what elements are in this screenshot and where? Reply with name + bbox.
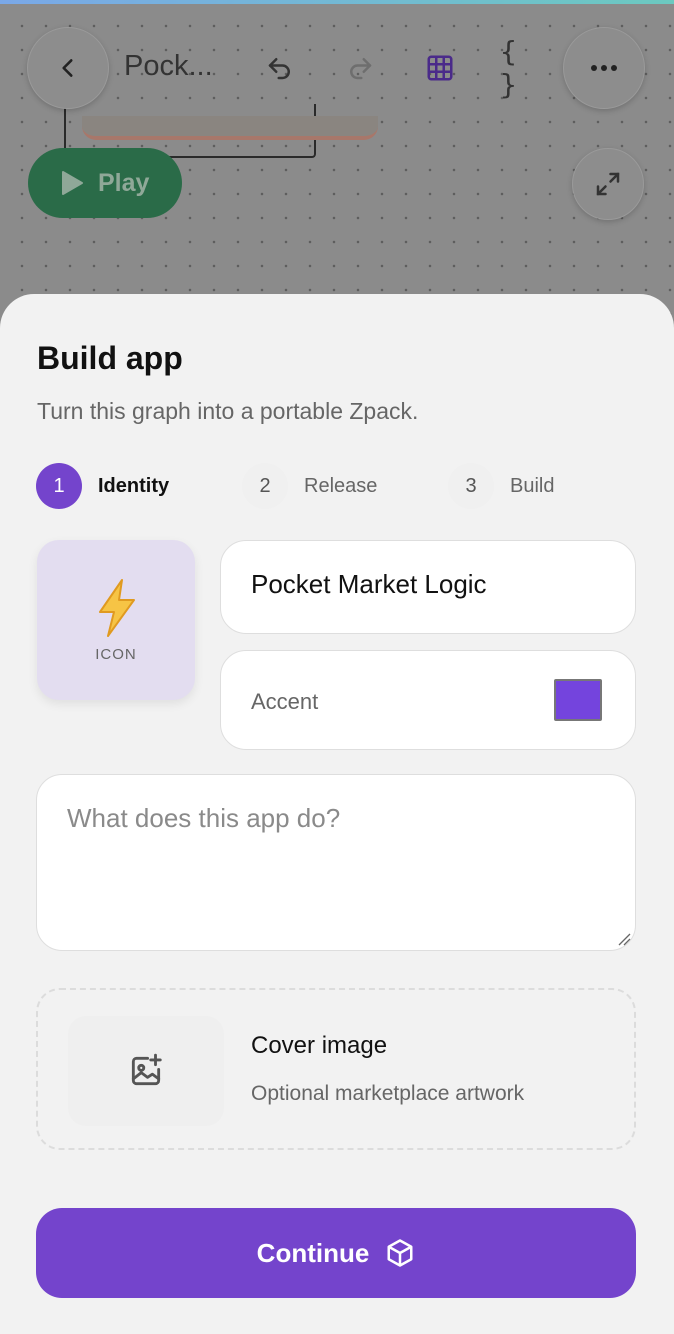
redo-icon [350, 58, 372, 80]
continue-button[interactable]: Continue [36, 1208, 636, 1298]
undo-icon [268, 58, 290, 80]
graph-node-card[interactable] [82, 116, 378, 140]
step-release[interactable]: 2 Release [242, 463, 378, 509]
cover-image-title: Cover image [251, 1032, 388, 1059]
step-label: Identity [98, 474, 170, 497]
description-field[interactable] [36, 774, 636, 951]
icon-label: ICON [95, 645, 137, 663]
more-options-button[interactable] [563, 27, 645, 109]
play-button[interactable]: Play [28, 148, 182, 218]
chevron-left-icon [62, 59, 73, 77]
more-horizontal-icon [591, 65, 617, 71]
expand-button[interactable] [572, 148, 644, 220]
accent-color-swatch[interactable] [554, 679, 602, 721]
description-input[interactable] [67, 803, 607, 923]
image-plus-icon [131, 1053, 162, 1086]
play-label: Play [98, 168, 150, 197]
cover-image-subtitle: Optional marketplace artwork [251, 1082, 525, 1105]
sheet-subtitle: Turn this graph into a portable Zpack. [37, 398, 419, 424]
redo-button[interactable] [342, 50, 378, 86]
back-button[interactable] [27, 27, 109, 109]
step-identity[interactable]: 1 Identity [36, 463, 170, 509]
continue-label: Continue [256, 1237, 370, 1268]
step-number: 1 [36, 463, 82, 509]
resize-grip-icon[interactable] [617, 932, 631, 946]
play-icon [62, 171, 83, 195]
cover-image-thumbnail[interactable] [68, 1016, 224, 1126]
accent-label: Accent [251, 689, 319, 714]
sheet-title: Build app [37, 340, 183, 376]
accent-field[interactable]: Accent [220, 650, 636, 750]
cover-image-dropzone[interactable]: Cover image Optional marketplace artwork [36, 988, 636, 1150]
expand-icon [596, 172, 620, 196]
grid-toggle-button[interactable] [422, 50, 458, 86]
step-build[interactable]: 3 Build [448, 463, 555, 509]
grid-icon [427, 55, 453, 81]
app-name-input[interactable] [251, 569, 611, 600]
app-icon-picker[interactable]: ICON [37, 540, 195, 700]
undo-button[interactable] [262, 50, 298, 86]
step-label: Build [510, 474, 555, 497]
step-number: 2 [242, 463, 288, 509]
step-label: Release [304, 474, 378, 497]
cube-icon [387, 1239, 413, 1267]
lightning-icon [99, 578, 135, 637]
step-number: 3 [448, 463, 494, 509]
code-view-button[interactable]: { } [500, 35, 536, 101]
build-app-sheet: Build app Turn this graph into a portabl… [0, 294, 674, 1334]
graph-title[interactable]: Pock... [124, 50, 213, 83]
app-name-field[interactable] [220, 540, 636, 634]
